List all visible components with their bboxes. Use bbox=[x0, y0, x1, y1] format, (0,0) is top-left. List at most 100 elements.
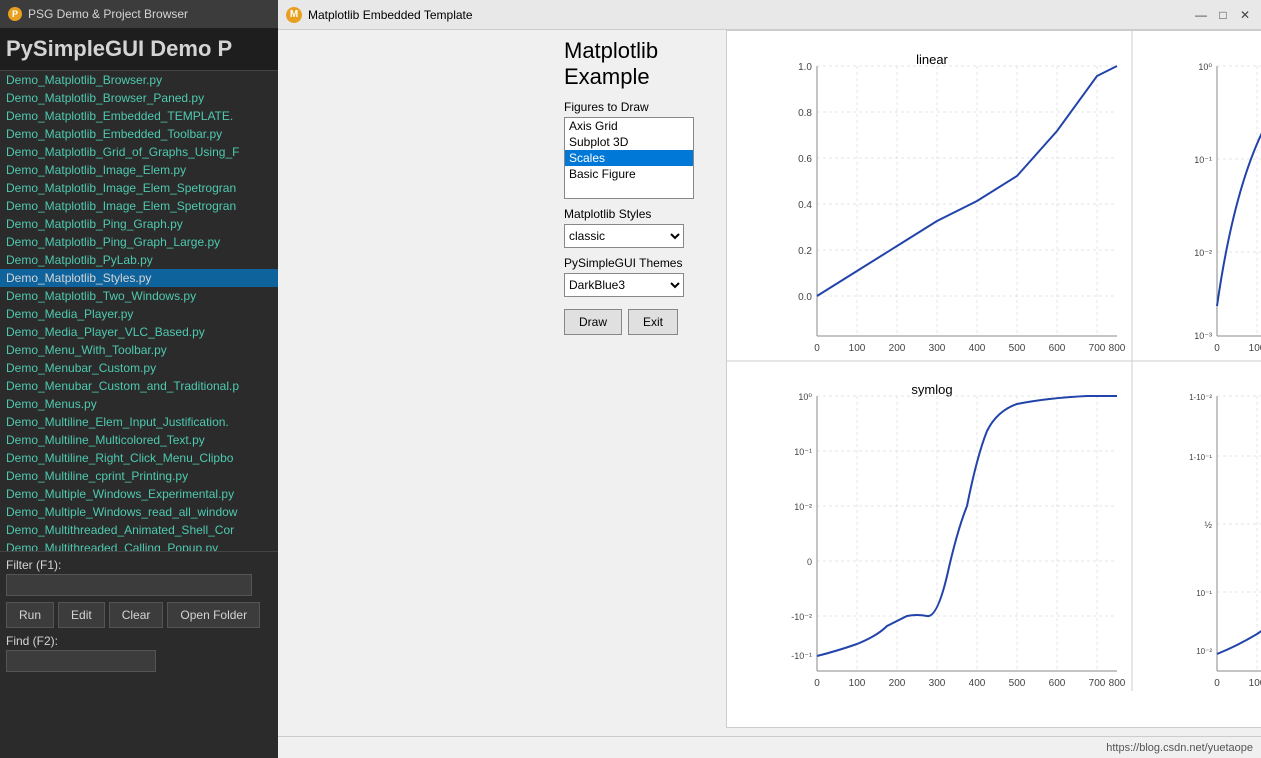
linear-curve bbox=[817, 66, 1117, 296]
file-item[interactable]: Demo_Multithreaded_Calling_Popup.py bbox=[0, 539, 278, 551]
symlog-curve bbox=[817, 396, 1117, 656]
file-item[interactable]: Demo_Matplotlib_Embedded_Toolbar.py bbox=[0, 125, 278, 143]
file-item[interactable]: Demo_Multithreaded_Animated_Shell_Cor bbox=[0, 521, 278, 539]
file-item[interactable]: Demo_Matplotlib_Browser.py bbox=[0, 71, 278, 89]
left-panel: P PSG Demo & Project Browser PySimpleGUI… bbox=[0, 0, 278, 758]
matplotlib-example-header: Matplotlib Example bbox=[564, 38, 718, 90]
maximize-button[interactable]: □ bbox=[1215, 7, 1231, 23]
file-list[interactable]: Demo_Matplotlib_Browser.pyDemo_Matplotli… bbox=[0, 71, 278, 551]
svg-text:10⁻¹: 10⁻¹ bbox=[1194, 155, 1212, 165]
svg-text:500: 500 bbox=[1009, 343, 1026, 354]
svg-text:10⁻³: 10⁻³ bbox=[1194, 331, 1212, 341]
svg-text:1.0: 1.0 bbox=[798, 62, 812, 73]
logit-curve bbox=[1217, 396, 1261, 654]
file-item[interactable]: Demo_Multiline_Multicolored_Text.py bbox=[0, 431, 278, 449]
figures-listbox-item[interactable]: Basic Figure bbox=[565, 166, 693, 182]
svg-text:-10⁻²: -10⁻² bbox=[791, 612, 812, 622]
find-input[interactable] bbox=[6, 650, 156, 672]
figures-listbox-item[interactable]: Subplot 3D bbox=[565, 134, 693, 150]
svg-text:500: 500 bbox=[1009, 678, 1026, 689]
file-item[interactable]: Demo_Matplotlib_Embedded_TEMPLATE. bbox=[0, 107, 278, 125]
file-item[interactable]: Demo_Media_Player.py bbox=[0, 305, 278, 323]
svg-text:10⁻²: 10⁻² bbox=[794, 502, 812, 512]
right-panel: M Matplotlib Embedded Template — □ ✕ Mat… bbox=[278, 0, 1261, 758]
file-item[interactable]: Demo_Matplotlib_Image_Elem_Spetrogran bbox=[0, 179, 278, 197]
matplotlib-icon: M bbox=[286, 7, 302, 23]
file-item[interactable]: Demo_Matplotlib_Image_Elem.py bbox=[0, 161, 278, 179]
svg-text:10⁻²: 10⁻² bbox=[1196, 647, 1212, 656]
svg-text:0: 0 bbox=[1214, 343, 1220, 354]
filter-label: Filter (F1): bbox=[6, 558, 272, 572]
svg-text:0: 0 bbox=[814, 678, 820, 689]
file-item[interactable]: Demo_Multiple_Windows_read_all_window bbox=[0, 503, 278, 521]
figures-listbox[interactable]: Axis GridSubplot 3DScalesBasic Figure bbox=[564, 117, 694, 199]
open-folder-button[interactable]: Open Folder bbox=[167, 602, 260, 628]
file-item[interactable]: Demo_Matplotlib_Two_Windows.py bbox=[0, 287, 278, 305]
svg-text:100: 100 bbox=[1249, 678, 1261, 689]
styles-label: Matplotlib Styles bbox=[564, 207, 718, 221]
svg-text:200: 200 bbox=[889, 678, 906, 689]
svg-text:10⁰: 10⁰ bbox=[1198, 62, 1212, 72]
svg-text:300: 300 bbox=[929, 343, 946, 354]
file-item[interactable]: Demo_Matplotlib_Grid_of_Graphs_Using_F bbox=[0, 143, 278, 161]
file-item[interactable]: Demo_Media_Player_VLC_Based.py bbox=[0, 323, 278, 341]
svg-text:800: 800 bbox=[1109, 343, 1126, 354]
linear-title: linear bbox=[916, 52, 948, 67]
file-item[interactable]: Demo_Multiple_Windows_Experimental.py bbox=[0, 485, 278, 503]
svg-text:½: ½ bbox=[1204, 520, 1212, 530]
file-item[interactable]: Demo_Matplotlib_Image_Elem_Spetrogran bbox=[0, 197, 278, 215]
psg-icon: P bbox=[8, 7, 22, 21]
file-item[interactable]: Demo_Menubar_Custom.py bbox=[0, 359, 278, 377]
filter-input[interactable] bbox=[6, 574, 252, 596]
left-header: PySimpleGUI Demo P bbox=[0, 28, 278, 71]
exit-button[interactable]: Exit bbox=[628, 309, 678, 335]
run-button[interactable]: Run bbox=[6, 602, 54, 628]
status-url: https://blog.csdn.net/yuetaope bbox=[1106, 742, 1253, 754]
figures-listbox-item[interactable]: Scales bbox=[565, 150, 693, 166]
file-item[interactable]: Demo_Menu_With_Toolbar.py bbox=[0, 341, 278, 359]
svg-text:10⁻¹: 10⁻¹ bbox=[1196, 589, 1212, 598]
bottom-status: https://blog.csdn.net/yuetaope bbox=[278, 736, 1261, 758]
draw-button[interactable]: Draw bbox=[564, 309, 622, 335]
minimize-button[interactable]: — bbox=[1193, 7, 1209, 23]
svg-text:0: 0 bbox=[807, 557, 812, 567]
charts-svg: linear 1.0 0. bbox=[727, 31, 1261, 691]
file-item[interactable]: Demo_Matplotlib_Ping_Graph_Large.py bbox=[0, 233, 278, 251]
right-title-text: Matplotlib Embedded Template bbox=[308, 8, 1187, 22]
file-item[interactable]: Demo_Matplotlib_Styles.py bbox=[0, 269, 278, 287]
controls-area: Matplotlib Example Figures to Draw Axis … bbox=[556, 30, 726, 343]
filter-section: Filter (F1): Run Edit Clear Open Folder bbox=[0, 551, 278, 628]
file-item[interactable]: Demo_Multiline_Right_Click_Menu_Clipbo bbox=[0, 449, 278, 467]
file-item[interactable]: Demo_Matplotlib_PyLab.py bbox=[0, 251, 278, 269]
log-curve bbox=[1217, 66, 1261, 306]
find-label: Find (F2): bbox=[6, 634, 272, 648]
svg-text:400: 400 bbox=[969, 343, 986, 354]
file-item[interactable]: Demo_Menubar_Custom_and_Traditional.p bbox=[0, 377, 278, 395]
chart-area: linear 1.0 0. bbox=[726, 30, 1261, 728]
styles-dropdown[interactable]: classicggplotseabornbmhdark_background bbox=[564, 224, 684, 248]
svg-text:100: 100 bbox=[1249, 343, 1261, 354]
figures-listbox-item[interactable]: Axis Grid bbox=[565, 118, 693, 134]
close-button[interactable]: ✕ bbox=[1237, 7, 1253, 23]
file-item[interactable]: Demo_Matplotlib_Browser_Paned.py bbox=[0, 89, 278, 107]
svg-text:200: 200 bbox=[889, 343, 906, 354]
svg-text:700: 700 bbox=[1089, 343, 1106, 354]
svg-text:0.6: 0.6 bbox=[798, 154, 812, 165]
file-item[interactable]: Demo_Multiline_Elem_Input_Justification. bbox=[0, 413, 278, 431]
themes-dropdown[interactable]: DarkBlue3Default1LightGreenRedditDarkGre… bbox=[564, 273, 684, 297]
right-title-bar: M Matplotlib Embedded Template — □ ✕ bbox=[278, 0, 1261, 30]
svg-text:100: 100 bbox=[849, 678, 866, 689]
file-item[interactable]: Demo_Menus.py bbox=[0, 395, 278, 413]
svg-text:600: 600 bbox=[1049, 343, 1066, 354]
clear-button[interactable]: Clear bbox=[109, 602, 164, 628]
svg-text:100: 100 bbox=[849, 343, 866, 354]
svg-text:300: 300 bbox=[929, 678, 946, 689]
svg-text:400: 400 bbox=[969, 678, 986, 689]
svg-text:0.0: 0.0 bbox=[798, 292, 812, 303]
file-item[interactable]: Demo_Matplotlib_Ping_Graph.py bbox=[0, 215, 278, 233]
file-item[interactable]: Demo_Multiline_cprint_Printing.py bbox=[0, 467, 278, 485]
svg-text:700: 700 bbox=[1089, 678, 1106, 689]
figures-label: Figures to Draw bbox=[564, 100, 718, 114]
find-section: Find (F2): bbox=[0, 628, 278, 672]
edit-button[interactable]: Edit bbox=[58, 602, 105, 628]
